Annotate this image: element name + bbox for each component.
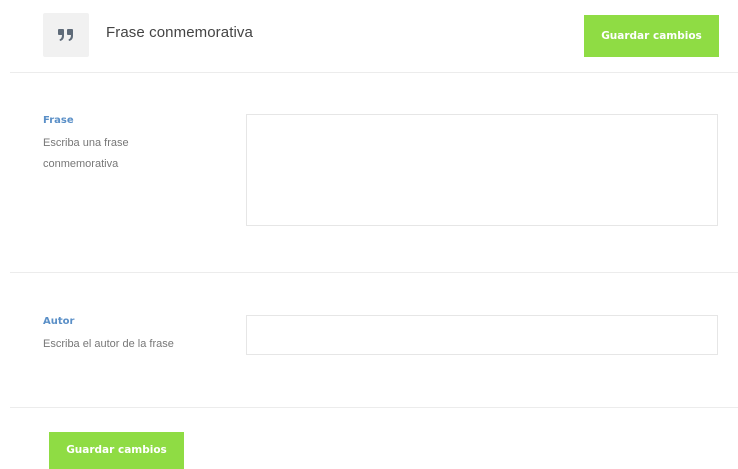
autor-label: Autor: [43, 316, 75, 327]
frase-label: Frase: [43, 115, 74, 126]
page-header: Frase conmemorativa Guardar cambios: [0, 0, 738, 72]
divider: [10, 272, 738, 273]
save-button-bottom[interactable]: Guardar cambios: [49, 432, 184, 469]
divider: [10, 407, 738, 408]
divider: [10, 72, 738, 73]
autor-input[interactable]: [246, 315, 718, 355]
quote-icon: [43, 13, 89, 57]
autor-description: Escriba el autor de la frase: [43, 338, 174, 350]
save-button-top[interactable]: Guardar cambios: [584, 15, 719, 57]
page-title: Frase conmemorativa: [106, 24, 253, 41]
frase-textarea[interactable]: [246, 114, 718, 226]
frase-description: Escriba una frase conmemorativa: [43, 137, 129, 170]
